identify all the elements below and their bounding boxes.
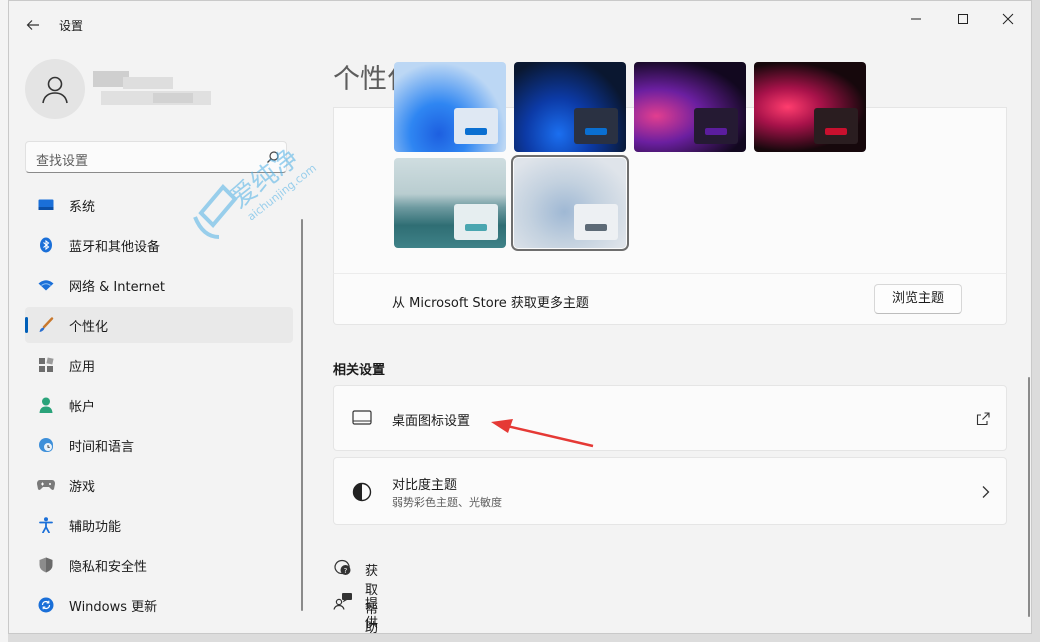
sidebar-item-personalization[interactable]: 个性化: [25, 307, 293, 343]
close-button[interactable]: [985, 5, 1031, 33]
sidebar-item-label: 系统: [69, 200, 96, 215]
sidebar-item-apps[interactable]: 应用: [25, 347, 293, 383]
watermark-logo: 爱纯净 aichunjing.com: [193, 143, 319, 239]
shield-icon: [37, 557, 55, 573]
account-icon: [37, 397, 55, 413]
sidebar-item-label: 应用: [69, 360, 96, 375]
theme-thumbnail[interactable]: [634, 62, 746, 152]
theme-accent-swatch: [574, 204, 618, 240]
wifi-icon: [37, 277, 55, 293]
sidebar-item-label: Windows 更新: [69, 600, 158, 615]
sidebar-item-label: 帐户: [69, 400, 96, 415]
desktop-icon-settings-card[interactable]: 桌面图标设置: [333, 385, 1007, 451]
desktop-icon-settings-title: 桌面图标设置: [392, 414, 471, 429]
theme-thumbnail-selected[interactable]: [511, 155, 629, 251]
sidebar-item-windows-update[interactable]: Windows 更新: [25, 587, 293, 623]
system-icon: [37, 197, 55, 213]
sidebar-item-gaming[interactable]: 游戏: [25, 467, 293, 503]
maximize-icon: [958, 14, 968, 24]
back-arrow-icon: [26, 20, 39, 30]
contrast-icon: [352, 482, 372, 502]
contrast-themes-subtitle: 弱势彩色主题、光敏度: [392, 496, 502, 509]
title-bar: 设置: [9, 1, 1031, 45]
red-annotation-arrow: [491, 419, 594, 448]
bluetooth-icon: [37, 237, 55, 253]
minimize-button[interactable]: [893, 5, 939, 33]
help-icon: ?: [334, 559, 351, 575]
back-button[interactable]: [19, 11, 47, 39]
selection-indicator: [25, 317, 28, 333]
contrast-themes-title: 对比度主题: [392, 478, 458, 493]
sidebar-item-time-language[interactable]: 时间和语言: [25, 427, 293, 463]
theme-gallery: [333, 62, 1007, 273]
browse-themes-button[interactable]: 浏览主题: [874, 284, 962, 314]
apps-icon: [37, 357, 55, 373]
sidebar-item-label: 时间和语言: [69, 440, 135, 455]
sidebar-item-label: 蓝牙和其他设备: [69, 240, 161, 255]
user-icon: [42, 76, 68, 104]
sidebar-item-label: 网络 & Internet: [69, 280, 166, 295]
settings-window: 设置 查找设置 系统 蓝牙和其他设备 网络 & Internet 个性化 应用 …: [8, 0, 1032, 634]
get-more-themes-row: 从 Microsoft Store 获取更多主题 浏览主题: [333, 273, 1007, 325]
feedback-icon: [333, 593, 352, 610]
sidebar-item-label: 游戏: [69, 480, 96, 495]
accessibility-icon: [37, 517, 55, 533]
theme-thumbnail[interactable]: [514, 62, 626, 152]
sidebar-item-accounts[interactable]: 帐户: [25, 387, 293, 423]
sidebar-item-label: 隐私和安全性: [69, 560, 148, 575]
contrast-themes-card[interactable]: 对比度主题 弱势彩色主题、光敏度: [333, 457, 1007, 525]
monitor-icon: [352, 410, 372, 425]
app-title: 设置: [59, 19, 84, 33]
update-icon: [37, 597, 55, 613]
external-link-icon: [976, 412, 990, 426]
blurred-user-info: [93, 69, 211, 109]
theme-thumbnail[interactable]: [754, 62, 866, 152]
main-content: 个性化›主题 从 Microsoft S: [309, 45, 1031, 633]
sidebar-item-privacy[interactable]: 隐私和安全性: [25, 547, 293, 583]
theme-thumbnail[interactable]: [394, 158, 506, 248]
theme-accent-swatch: [454, 108, 498, 144]
related-settings-header: 相关设置: [333, 363, 386, 378]
sidebar-item-label: 个性化: [69, 320, 109, 335]
brush-icon: [37, 317, 55, 333]
avatar[interactable]: [25, 59, 85, 119]
maximize-button[interactable]: [940, 5, 986, 33]
close-icon: [1002, 13, 1014, 25]
give-feedback-label: 提供反馈: [365, 597, 379, 631]
theme-accent-swatch: [694, 108, 738, 144]
gamepad-icon: [37, 477, 55, 493]
store-text: 从 Microsoft Store 获取更多主题: [392, 296, 589, 311]
search-placeholder: 查找设置: [36, 154, 89, 169]
chevron-right-icon: [982, 486, 990, 498]
sidebar-item-label: 辅助功能: [69, 520, 122, 535]
theme-accent-swatch: [814, 108, 858, 144]
theme-thumbnail[interactable]: [394, 62, 506, 152]
sidebar-item-accessibility[interactable]: 辅助功能: [25, 507, 293, 543]
sidebar-scrollbar[interactable]: [301, 219, 303, 611]
background-window-edge: [0, 0, 8, 642]
theme-accent-swatch: [574, 108, 618, 144]
main-scrollbar[interactable]: [1028, 377, 1030, 617]
minimize-icon: [911, 18, 921, 20]
globe-clock-icon: [37, 437, 55, 453]
svg-text:?: ?: [344, 567, 348, 575]
theme-accent-swatch: [454, 204, 498, 240]
